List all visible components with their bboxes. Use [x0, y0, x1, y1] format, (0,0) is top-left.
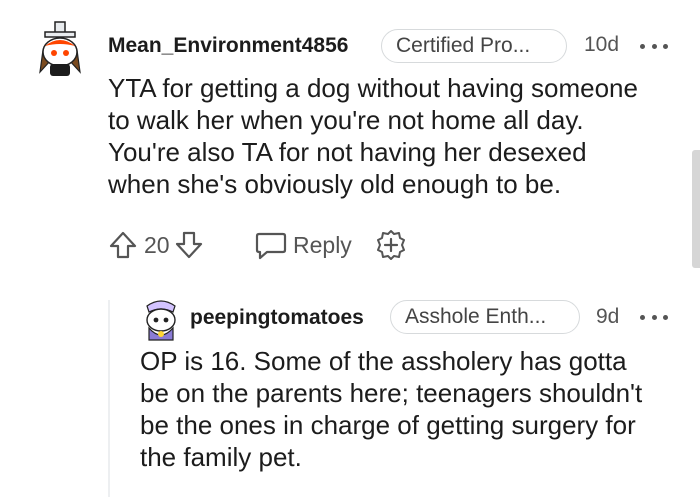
arrow-down-icon[interactable] — [174, 230, 204, 260]
comment-body-line: to walk her when you're not home all day… — [108, 105, 584, 135]
comment-body: YTA for getting a dog without having som… — [108, 72, 638, 200]
plus-circle-icon — [377, 230, 405, 260]
more-options-icon[interactable] — [640, 40, 668, 52]
comment-body: OP is 16. Some of the assholery has gott… — [140, 345, 642, 473]
comment-body-line: be on the parents here; teenagers should… — [140, 378, 643, 408]
comment-body-line: the family pet. — [140, 442, 302, 472]
reply-label: Reply — [293, 231, 352, 258]
comment-body-line: be the ones in charge of getting surgery… — [140, 410, 636, 440]
thread-line — [108, 300, 110, 497]
reply-button[interactable]: Reply — [255, 229, 352, 261]
comment-age: 9d — [596, 305, 620, 328]
user-flair: Asshole Enth... — [390, 300, 580, 334]
comment-body-line: when she's obviously old enough to be. — [108, 169, 562, 199]
more-options-icon[interactable] — [640, 311, 668, 323]
comment-body-line: You're also TA for not having her desexe… — [108, 137, 587, 167]
user-flair: Certified Pro... — [381, 29, 567, 63]
snoo-avatar-icon — [39, 21, 81, 76]
username[interactable]: Mean_Environment4856 — [108, 34, 348, 58]
scrollbar[interactable] — [692, 150, 700, 268]
vote-controls: 20 — [108, 229, 204, 261]
speech-bubble-icon — [255, 232, 287, 260]
username[interactable]: peepingtomatoes — [190, 306, 364, 330]
award-button[interactable] — [375, 229, 407, 261]
comment-body-line: YTA for getting a dog without having som… — [108, 73, 638, 103]
avatar[interactable] — [143, 298, 179, 342]
comment-age: 10d — [584, 33, 620, 56]
avatar[interactable] — [37, 20, 83, 78]
comment-body-line: OP is 16. Some of the assholery has gott… — [140, 346, 627, 376]
snoo-avatar-icon — [146, 300, 176, 341]
arrow-up-icon[interactable] — [108, 230, 138, 260]
vote-count: 20 — [144, 231, 170, 258]
